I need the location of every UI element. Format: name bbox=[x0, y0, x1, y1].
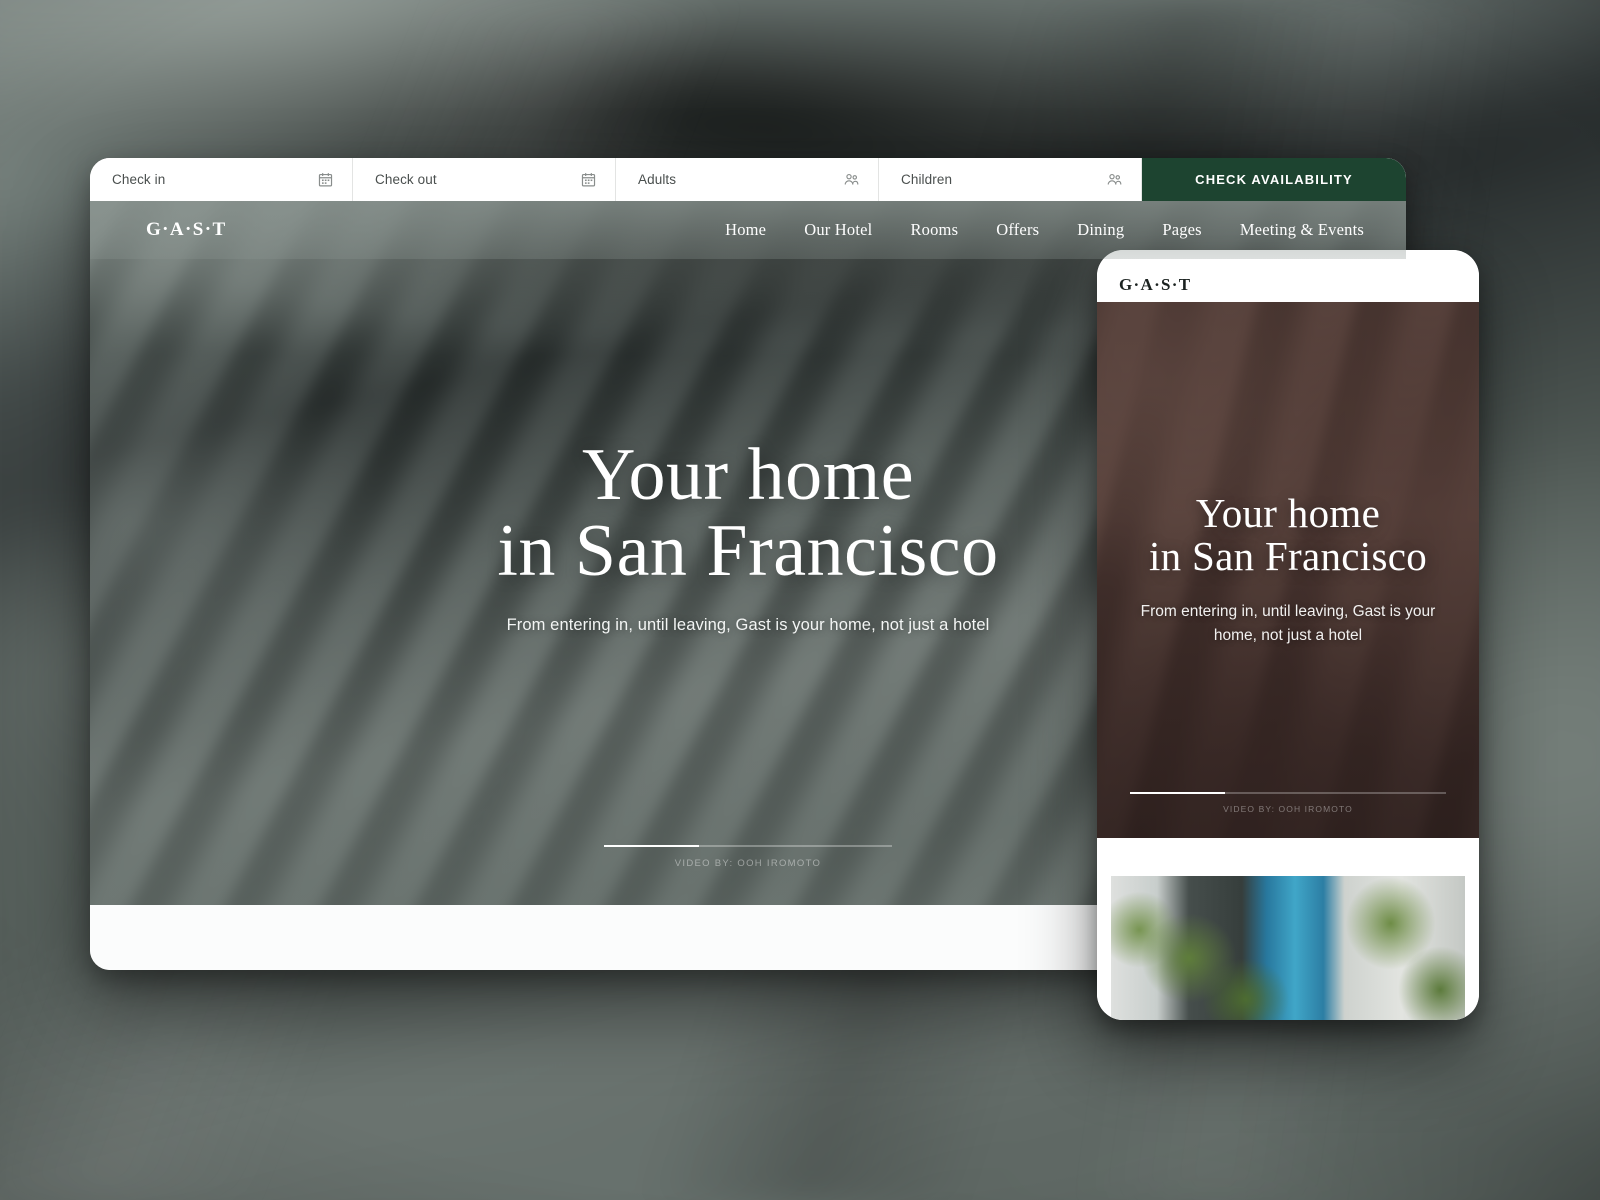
adults-field[interactable]: Adults bbox=[616, 158, 879, 201]
nav-item-offers[interactable]: Offers bbox=[996, 220, 1039, 240]
hero-copy: Your home in San Francisco From entering… bbox=[90, 437, 1406, 635]
guests-icon bbox=[1107, 173, 1122, 185]
booking-bar: Check in Check out Adults Children CHECK… bbox=[90, 158, 1406, 201]
mobile-progress-fill bbox=[1130, 792, 1225, 794]
mobile-progress-track[interactable] bbox=[1130, 792, 1446, 794]
hero-progress-fill bbox=[604, 845, 700, 847]
calendar-icon bbox=[581, 173, 596, 187]
mobile-gallery bbox=[1097, 876, 1479, 1020]
checkin-field[interactable]: Check in bbox=[90, 158, 353, 201]
mobile-pool-photo bbox=[1111, 876, 1465, 1020]
checkin-label: Check in bbox=[112, 172, 166, 187]
hero-heading-line-1: Your home bbox=[581, 434, 915, 516]
hero-video-credit: VIDEO BY: OOH IROMOTO bbox=[674, 858, 822, 869]
hero-subtitle: From entering in, until leaving, Gast is… bbox=[506, 616, 990, 635]
nav-item-rooms[interactable]: Rooms bbox=[910, 220, 958, 240]
calendar-icon bbox=[318, 173, 333, 187]
nav-items: Home Our Hotel Rooms Offers Dining Pages… bbox=[725, 220, 1364, 240]
checkout-field[interactable]: Check out bbox=[353, 158, 616, 201]
mobile-hero-footer: VIDEO BY: OOH IROMOTO bbox=[1097, 792, 1479, 814]
mobile-site-logo[interactable]: G·A·S·T bbox=[1119, 275, 1191, 295]
navigation-bar: G·A·S·T Home Our Hotel Rooms Offers Dini… bbox=[90, 201, 1406, 259]
nav-item-home[interactable]: Home bbox=[725, 220, 766, 240]
check-availability-button[interactable]: CHECK AVAILABILITY bbox=[1142, 158, 1406, 201]
nav-item-pages[interactable]: Pages bbox=[1162, 220, 1202, 240]
guests-icon bbox=[844, 173, 859, 185]
nav-item-meeting-events[interactable]: Meeting & Events bbox=[1240, 220, 1364, 240]
hero-footer: VIDEO BY: OOH IROMOTO bbox=[90, 845, 1406, 869]
nav-item-our-hotel[interactable]: Our Hotel bbox=[804, 220, 872, 240]
mobile-video-credit: VIDEO BY: OOH IROMOTO bbox=[1223, 804, 1353, 814]
children-label: Children bbox=[901, 172, 953, 187]
checkout-label: Check out bbox=[375, 172, 437, 187]
hero-heading: Your home in San Francisco bbox=[90, 437, 1406, 589]
hero-heading-line-2: in San Francisco bbox=[497, 510, 999, 593]
nav-item-dining[interactable]: Dining bbox=[1077, 220, 1124, 240]
children-field[interactable]: Children bbox=[879, 158, 1142, 201]
hero-progress-track[interactable] bbox=[604, 845, 892, 847]
site-logo[interactable]: G·A·S·T bbox=[146, 219, 227, 241]
adults-label: Adults bbox=[638, 172, 677, 187]
